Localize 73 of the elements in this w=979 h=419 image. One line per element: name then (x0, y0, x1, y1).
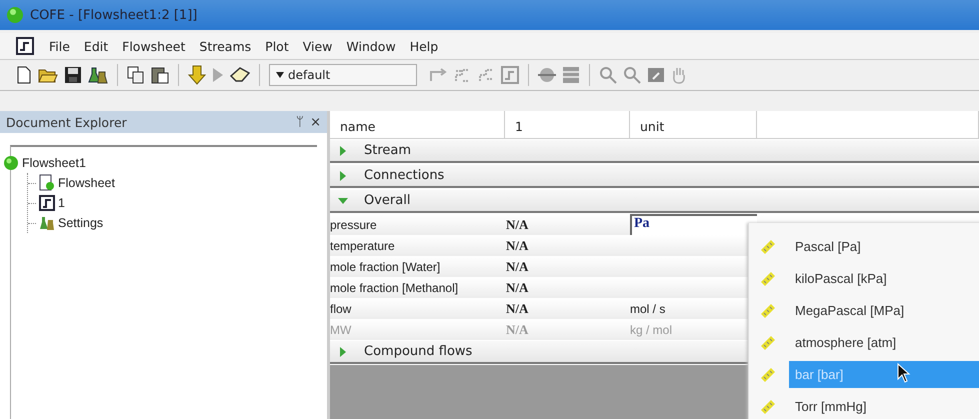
save-icon[interactable] (64, 66, 82, 84)
menu-item[interactable]: Pascal [Pa] (789, 232, 979, 260)
table-cell-text: N/A (505, 216, 530, 232)
table-cell-text: mole fraction [Methanol] (330, 280, 460, 294)
mouse-pointer-icon (897, 363, 911, 383)
caret-icon (276, 72, 284, 78)
unit-icon (39, 195, 55, 211)
close-button[interactable]: × (310, 114, 321, 130)
section-header[interactable]: Connections (330, 165, 979, 188)
tree-item[interactable]: 1 (58, 196, 65, 210)
new-file-icon[interactable] (16, 66, 32, 84)
section-header[interactable]: Overall (330, 190, 979, 213)
flowsheet-icon (39, 174, 55, 192)
tree-item[interactable]: Flowsheet1 (22, 156, 86, 170)
ruler-icon (759, 334, 777, 350)
table-cell-text: mole fraction [Water] (330, 260, 442, 274)
menu-item[interactable]: MegaPascal [MPa] (789, 296, 979, 324)
tree-item[interactable]: Settings (58, 216, 104, 230)
play-icon[interactable] (212, 67, 224, 83)
menu-item[interactable]: Help (402, 38, 446, 54)
column-header[interactable]: 1 (505, 111, 630, 139)
unit-input-field[interactable]: Pa (630, 214, 757, 235)
paste-icon[interactable] (151, 66, 169, 84)
ruler-icon (759, 398, 777, 414)
menu-item[interactable]: File (42, 38, 77, 54)
table-cell-text: N/A (505, 322, 530, 338)
document-icon[interactable] (16, 37, 34, 55)
ruler-icon (759, 302, 777, 318)
column-header[interactable]: name (330, 111, 505, 139)
panel-title: Document Explorer (6, 114, 128, 130)
preset-dropdown[interactable]: default (269, 64, 417, 86)
table-cell-text: N/A (505, 258, 530, 274)
flask-icon (39, 215, 55, 231)
expanded-triangle-icon (338, 196, 348, 206)
zoom-out-icon[interactable] (623, 66, 641, 84)
menu-item[interactable]: Torr [mmHg] (789, 392, 979, 419)
menu-item[interactable]: Window (339, 38, 403, 54)
table-cell-text: pressure (330, 218, 378, 232)
table-cell-text: flow (330, 302, 352, 316)
menu-item[interactable]: Edit (76, 38, 116, 54)
collapsed-triangle-icon (338, 146, 348, 156)
grid-icon[interactable] (562, 66, 580, 84)
table-cell-text: N/A (505, 238, 530, 254)
zoom-in-icon[interactable] (599, 66, 617, 84)
table-cell-text: kg / mol (630, 322, 674, 336)
menu-item[interactable]: Streams (192, 38, 258, 54)
menu-item[interactable]: Plot (258, 38, 296, 54)
menu-item[interactable]: kiloPascal [kPa] (789, 264, 979, 292)
open-folder-icon[interactable] (38, 67, 58, 83)
column-header[interactable]: unit (630, 111, 757, 139)
table-cell-text: temperature (330, 238, 396, 252)
section-header[interactable]: Stream (330, 140, 979, 163)
window-title: COFE - [Flowsheet1:2 [1]] (30, 8, 198, 22)
hand-icon[interactable] (671, 66, 687, 84)
diagram-icon[interactable] (501, 66, 519, 84)
table-cell-text: MW (330, 322, 352, 336)
pin-button[interactable]: ᛘ (296, 114, 304, 130)
app-logo-icon (6, 6, 24, 24)
table-cell-text: N/A (505, 300, 530, 316)
ruler-icon (759, 238, 777, 254)
tree-item[interactable]: Flowsheet (58, 176, 115, 190)
ruler-icon (759, 366, 777, 382)
table-cell-text: mol / s (630, 302, 666, 316)
menu-item[interactable]: View (296, 38, 340, 54)
ball-icon (3, 155, 19, 171)
flask-icon[interactable] (88, 66, 108, 84)
menu-item[interactable]: Flowsheet (115, 38, 192, 54)
collapsed-triangle-icon (338, 346, 348, 356)
table-cell-text: N/A (505, 280, 530, 296)
collapsed-triangle-icon (338, 170, 348, 180)
copy-icon[interactable] (127, 66, 145, 84)
ruler-icon (759, 270, 777, 286)
down-arrow-icon[interactable] (188, 65, 206, 85)
